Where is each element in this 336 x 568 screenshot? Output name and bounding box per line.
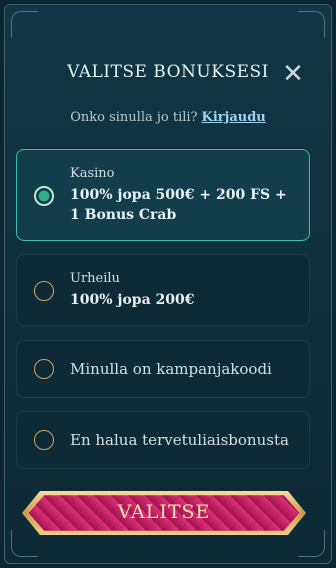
radio-selected-icon[interactable] bbox=[34, 186, 54, 206]
radio-icon[interactable] bbox=[34, 430, 54, 450]
option-label: En halua tervetuliaisbonusta bbox=[70, 431, 289, 449]
bonus-option-sports[interactable]: Urheilu 100% jopa 200€ bbox=[16, 254, 310, 326]
option-category: Urheilu bbox=[70, 271, 120, 286]
select-button-label: VALITSE bbox=[117, 501, 211, 523]
radio-icon[interactable] bbox=[34, 359, 54, 379]
option-offer-line1: 100% jopa 500€ + 200 FS + bbox=[70, 187, 287, 203]
corner-ornament bbox=[298, 11, 325, 38]
option-text: Kasino 100% jopa 500€ + 200 FS + 1 Bonus… bbox=[70, 166, 297, 225]
radio-icon[interactable] bbox=[34, 281, 54, 301]
login-link[interactable]: Kirjaudu bbox=[202, 110, 266, 125]
login-prompt: Onko sinulla jo tili? Kirjaudu bbox=[0, 110, 336, 125]
close-icon[interactable]: ✕ bbox=[281, 61, 305, 87]
bonus-option-promo-code[interactable]: Minulla on kampanjakoodi bbox=[16, 340, 310, 398]
select-button[interactable]: VALITSE bbox=[18, 487, 310, 539]
option-offer-line1: 100% jopa 200€ bbox=[70, 292, 195, 308]
option-label: Minulla on kampanjakoodi bbox=[70, 360, 272, 378]
option-text: Urheilu 100% jopa 200€ bbox=[70, 271, 297, 310]
option-category: Kasino bbox=[70, 166, 115, 181]
corner-ornament bbox=[11, 11, 38, 38]
bonus-option-no-bonus[interactable]: En halua tervetuliaisbonusta bbox=[16, 411, 310, 469]
bonus-option-casino[interactable]: Kasino 100% jopa 500€ + 200 FS + 1 Bonus… bbox=[16, 149, 310, 241]
login-question: Onko sinulla jo tili? bbox=[70, 110, 198, 125]
option-offer-line2: 1 Bonus Crab bbox=[70, 207, 177, 223]
